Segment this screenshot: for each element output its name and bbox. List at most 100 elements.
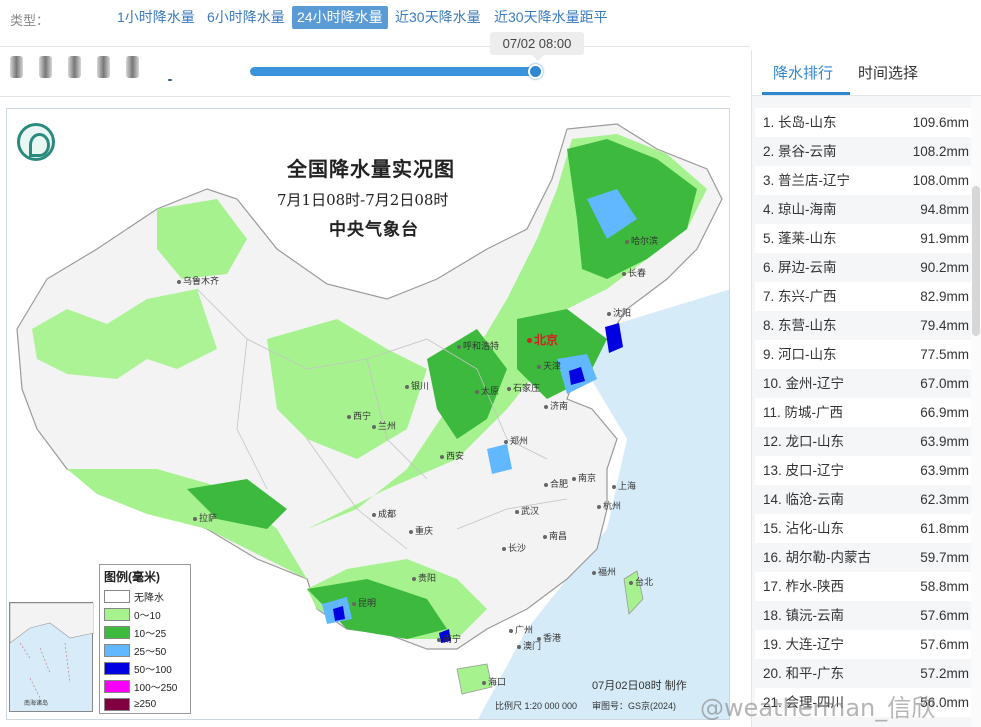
- rainfall-value: 59.7mm: [920, 550, 969, 565]
- legend-label: 100～250: [134, 682, 178, 694]
- city-label: 香港: [537, 631, 561, 644]
- divider: [0, 96, 730, 97]
- ranking-row[interactable]: 12. 龙口-山东 63.9mm: [755, 427, 971, 456]
- city-label: 天津: [537, 359, 561, 372]
- time-slider-handle[interactable]: [528, 64, 543, 79]
- scrollbar[interactable]: [971, 96, 981, 727]
- city-label: 杭州: [597, 499, 621, 512]
- rainfall-value: 109.6mm: [912, 115, 969, 130]
- tab-time-select[interactable]: 时间选择: [858, 62, 918, 83]
- ranking-row[interactable]: 16. 胡尔勒-内蒙古 59.7mm: [755, 543, 971, 572]
- ranking-row[interactable]: 18. 镇沅-云南 57.6mm: [755, 601, 971, 630]
- type-option-6h[interactable]: 6小时降水量: [202, 6, 290, 29]
- ranking-row[interactable]: 4. 琼山-海南 94.8mm: [755, 195, 971, 224]
- legend-title: 图例(毫米): [104, 570, 160, 584]
- divider: [0, 46, 750, 47]
- city-label: 南京: [572, 471, 596, 484]
- city-label: 拉萨: [193, 511, 217, 524]
- ranking-row[interactable]: 1. 长岛-山东 109.6mm: [755, 108, 971, 137]
- precipitation-map: 全国降水量实况图 7月1日08时-7月2日08时 中央气象台 乌鲁木齐 哈尔滨 长春…: [6, 108, 730, 720]
- map-legend: 图例(毫米) 无降水 0～10 10～25 25～50 50～100 100～250 ≥25…: [99, 564, 191, 714]
- type-option-30d[interactable]: 近30天降水量: [390, 6, 486, 29]
- tab-rainfall-ranking[interactable]: 降水排行: [773, 62, 833, 83]
- ranking-row[interactable]: 20. 和平-广东 57.2mm: [755, 659, 971, 688]
- legend-swatch: [104, 643, 130, 657]
- map-subtitle: 7月1日08时-7月2日08时: [277, 191, 449, 209]
- frame-thumb[interactable]: [68, 56, 81, 78]
- legend-swatch: [104, 589, 130, 603]
- ranking-row[interactable]: 15. 沾化-山东 61.8mm: [755, 514, 971, 543]
- legend-item: 100～250: [104, 677, 186, 695]
- legend-swatch: [104, 697, 130, 711]
- frame-thumb[interactable]: [97, 56, 110, 78]
- inset-caption: 南海诸岛: [24, 701, 49, 707]
- cma-logo: [17, 123, 55, 161]
- legend-label: 50～100: [134, 664, 172, 676]
- rainfall-value: 57.6mm: [920, 608, 969, 623]
- city-label: 济南: [544, 399, 568, 412]
- rainfall-value: 108.2mm: [912, 144, 969, 159]
- time-slider-track[interactable]: [250, 67, 538, 76]
- city-label: 呼和浩特: [457, 339, 499, 352]
- station-name: 1. 长岛-山东: [763, 115, 837, 130]
- city-label: 兰州: [372, 419, 396, 432]
- city-label: 广州: [509, 623, 533, 636]
- city-label: 长沙: [502, 541, 526, 554]
- rainfall-value: 67.0mm: [920, 376, 969, 391]
- ranking-row[interactable]: 17. 柞水-陕西 58.8mm: [755, 572, 971, 601]
- south-china-sea-inset: 南海诸岛: [9, 602, 94, 712]
- ranking-row[interactable]: 11. 防城-广西 66.9mm: [755, 398, 971, 427]
- ranking-row[interactable]: 14. 临沧-云南 62.3mm: [755, 485, 971, 514]
- ranking-row[interactable]: 5. 蓬莱-山东 91.9mm: [755, 224, 971, 253]
- frame-thumb[interactable]: [39, 56, 52, 78]
- type-option-24h[interactable]: 24小时降水量: [292, 6, 388, 29]
- active-tab-indicator: [762, 92, 850, 95]
- city-label: 南宁: [437, 632, 461, 645]
- ranking-row[interactable]: 8. 东营-山东 79.4mm: [755, 311, 971, 340]
- station-name: 2. 景谷-云南: [763, 144, 837, 159]
- ranking-row[interactable]: 6. 屏边-云南 90.2mm: [755, 253, 971, 282]
- map-made-time: 07月02日08时 制作: [592, 680, 687, 692]
- ranking-row[interactable]: 10. 金州-辽宁 67.0mm: [755, 369, 971, 398]
- ranking-row[interactable]: 19. 大连-辽宁 57.6mm: [755, 630, 971, 659]
- frame-thumb[interactable]: [10, 56, 23, 78]
- station-name: 5. 蓬莱-山东: [763, 231, 837, 246]
- legend-item: 10～25: [104, 623, 186, 641]
- ranking-row[interactable]: 3. 普兰店-辽宁 108.0mm: [755, 166, 971, 195]
- station-name: 19. 大连-辽宁: [763, 637, 845, 652]
- right-panel: 降水排行 时间选择 1. 长岛-山东 109.6mm 2. 景谷-云南 108.2mm…: [751, 50, 981, 727]
- city-label: 昆明: [352, 596, 376, 609]
- station-name: 18. 镇沅-云南: [763, 608, 845, 623]
- station-name: 17. 柞水-陕西: [763, 579, 845, 594]
- scrollbar-thumb[interactable]: [972, 186, 980, 336]
- station-name: 3. 普兰店-辽宁: [763, 173, 851, 188]
- station-name: 11. 防城-广西: [763, 405, 844, 420]
- ranking-list: 1. 长岛-山东 109.6mm 2. 景谷-云南 108.2mm 3. 普兰店-辽宁 1…: [755, 108, 971, 717]
- ranking-row[interactable]: 2. 景谷-云南 108.2mm: [755, 137, 971, 166]
- legend-label: ≥250: [134, 698, 157, 710]
- map-agency: 中央气象台: [329, 220, 419, 240]
- rainfall-value: 58.8mm: [920, 579, 969, 594]
- ranking-row[interactable]: 9. 河口-山东 77.5mm: [755, 340, 971, 369]
- city-label: 成都: [372, 507, 396, 520]
- legend-item: ≥250: [104, 695, 186, 713]
- frame-thumbnails[interactable]: [10, 52, 175, 82]
- frame-thumb[interactable]: [168, 79, 172, 81]
- station-name: 12. 龙口-山东: [763, 434, 845, 449]
- city-label: 福州: [592, 565, 616, 578]
- city-label: 武汉: [515, 504, 539, 517]
- ranking-row[interactable]: 13. 皮口-辽宁 63.9mm: [755, 456, 971, 485]
- legend-label: 25～50: [134, 646, 167, 658]
- station-name: 14. 临沧-云南: [763, 492, 845, 507]
- legend-swatch: [104, 679, 130, 693]
- map-scale: 比例尺 1:20 000 000: [495, 701, 578, 711]
- type-option-30d-anomaly[interactable]: 近30天降水量距平: [489, 6, 613, 29]
- station-name: 15. 沾化-山东: [763, 521, 845, 536]
- city-label: 西宁: [347, 409, 371, 422]
- station-name: 6. 屏边-云南: [763, 260, 837, 275]
- city-label: 贵阳: [412, 571, 436, 584]
- frame-thumb[interactable]: [126, 56, 139, 78]
- type-option-1h[interactable]: 1小时降水量: [112, 6, 200, 29]
- ranking-row[interactable]: 7. 东兴-广西 82.9mm: [755, 282, 971, 311]
- city-label: 台北: [629, 575, 653, 588]
